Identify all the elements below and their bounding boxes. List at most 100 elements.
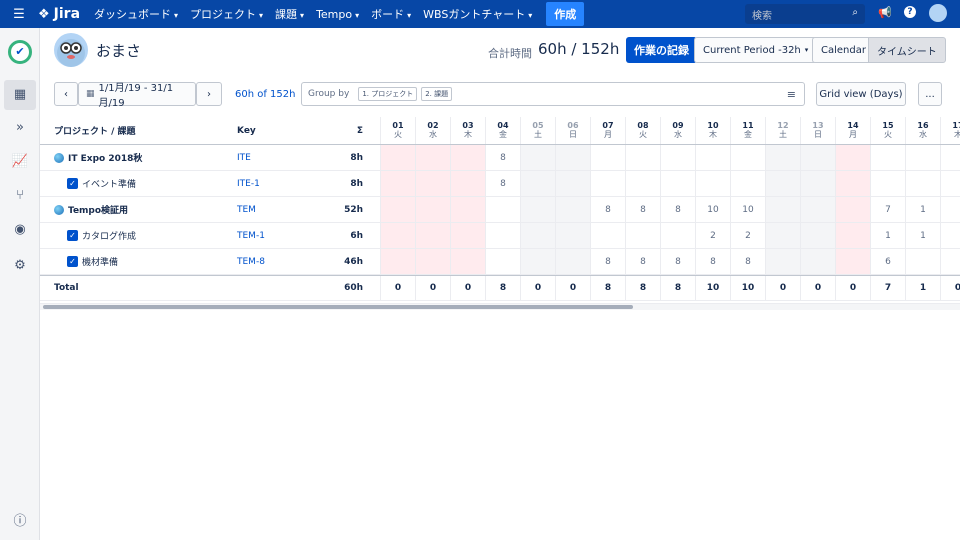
nav-boards[interactable]: ボード ▾ — [371, 6, 411, 22]
day-cell[interactable]: 8 — [660, 249, 695, 274]
day-cell[interactable] — [450, 223, 485, 248]
day-cell[interactable] — [555, 197, 590, 222]
day-cell[interactable] — [800, 145, 835, 170]
day-cell[interactable] — [765, 197, 800, 222]
horizontal-scrollbar[interactable] — [40, 303, 960, 310]
day-cell[interactable] — [625, 171, 660, 196]
forward-icon[interactable]: » — [9, 120, 31, 142]
day-cell[interactable] — [695, 171, 730, 196]
day-cell[interactable]: 6 — [870, 249, 905, 274]
prev-period-button[interactable]: ‹ — [54, 82, 78, 106]
day-cell[interactable] — [555, 145, 590, 170]
timesheet-view-button[interactable]: タイムシート — [868, 37, 946, 63]
calendar-view-button[interactable]: Calendar — [812, 37, 875, 63]
day-cell[interactable] — [730, 145, 765, 170]
day-cell[interactable] — [485, 197, 520, 222]
day-cell[interactable]: 8 — [485, 145, 520, 170]
day-cell[interactable] — [940, 197, 960, 222]
day-cell[interactable] — [695, 145, 730, 170]
day-cell[interactable] — [800, 223, 835, 248]
day-cell[interactable] — [940, 171, 960, 196]
day-cell[interactable] — [835, 223, 870, 248]
day-cell[interactable] — [520, 197, 555, 222]
issue-key-link[interactable]: TEM — [237, 197, 337, 222]
day-cell[interactable] — [380, 145, 415, 170]
day-cell[interactable] — [625, 145, 660, 170]
day-cell[interactable] — [485, 223, 520, 248]
day-cell[interactable]: 2 — [730, 223, 765, 248]
day-cell[interactable] — [450, 197, 485, 222]
nav-wbs-gantt[interactable]: WBSガントチャート ▾ — [423, 6, 532, 22]
day-cell[interactable]: 1 — [905, 197, 940, 222]
menu-icon[interactable]: ☰ — [0, 7, 38, 22]
more-options-button[interactable]: ... — [918, 82, 942, 106]
issue-key-link[interactable]: TEM-1 — [237, 223, 337, 248]
gear-icon[interactable]: ⚙ — [9, 258, 31, 280]
day-cell[interactable] — [835, 145, 870, 170]
chart-icon[interactable]: 📈 — [9, 154, 31, 176]
help-icon[interactable]: ⓘ — [9, 510, 31, 532]
day-cell[interactable] — [380, 249, 415, 274]
day-cell[interactable] — [415, 223, 450, 248]
day-cell[interactable] — [870, 171, 905, 196]
jira-logo[interactable]: ❖ Jira — [38, 6, 80, 22]
day-cell[interactable]: 7 — [870, 197, 905, 222]
day-cell[interactable] — [730, 171, 765, 196]
day-cell[interactable]: 8 — [730, 249, 765, 274]
day-cell[interactable] — [905, 145, 940, 170]
day-cell[interactable] — [415, 145, 450, 170]
issue-key-link[interactable]: TEM-8 — [237, 249, 337, 274]
day-cell[interactable] — [765, 223, 800, 248]
day-cell[interactable] — [940, 223, 960, 248]
day-cell[interactable] — [660, 171, 695, 196]
day-cell[interactable] — [590, 171, 625, 196]
day-cell[interactable] — [835, 171, 870, 196]
day-cell[interactable] — [660, 145, 695, 170]
next-period-button[interactable]: › — [196, 82, 222, 106]
nav-issues[interactable]: 課題 ▾ — [275, 6, 304, 22]
account-icon[interactable]: ◉ — [9, 222, 31, 244]
day-cell[interactable]: 2 — [695, 223, 730, 248]
day-cell[interactable] — [765, 171, 800, 196]
day-cell[interactable] — [835, 249, 870, 274]
day-cell[interactable] — [870, 145, 905, 170]
issue-key-link[interactable]: ITE-1 — [237, 171, 337, 196]
search-input[interactable]: 検索 ⌕ — [745, 4, 865, 24]
day-cell[interactable] — [555, 249, 590, 274]
day-cell[interactable] — [380, 197, 415, 222]
day-cell[interactable] — [940, 145, 960, 170]
scrollbar-thumb[interactable] — [43, 305, 633, 309]
day-cell[interactable]: 8 — [590, 249, 625, 274]
nav-dashboard[interactable]: ダッシュボード ▾ — [94, 6, 178, 22]
group-by-select[interactable]: Group by 1. プロジェクト 2. 課題 ≡ — [301, 82, 805, 106]
day-cell[interactable]: 8 — [590, 197, 625, 222]
period-dropdown[interactable]: Current Period -32h ▾ — [694, 37, 818, 63]
day-cell[interactable] — [590, 223, 625, 248]
day-cell[interactable] — [555, 223, 590, 248]
day-cell[interactable] — [415, 171, 450, 196]
day-cell[interactable]: 1 — [905, 223, 940, 248]
day-cell[interactable]: 8 — [485, 171, 520, 196]
day-cell[interactable] — [555, 171, 590, 196]
day-cell[interactable] — [590, 145, 625, 170]
day-cell[interactable] — [450, 171, 485, 196]
day-cell[interactable] — [380, 223, 415, 248]
tempo-logo-icon[interactable]: ✔ — [8, 40, 32, 64]
day-cell[interactable]: 8 — [695, 249, 730, 274]
day-cell[interactable] — [380, 171, 415, 196]
user-avatar-icon[interactable] — [929, 4, 947, 22]
day-cell[interactable]: 10 — [730, 197, 765, 222]
day-cell[interactable] — [450, 249, 485, 274]
day-cell[interactable] — [800, 197, 835, 222]
day-cell[interactable] — [450, 145, 485, 170]
help-icon[interactable]: ? — [904, 6, 916, 18]
day-cell[interactable] — [520, 249, 555, 274]
day-cell[interactable] — [835, 197, 870, 222]
nav-projects[interactable]: プロジェクト ▾ — [190, 6, 263, 22]
day-cell[interactable] — [765, 249, 800, 274]
day-cell[interactable] — [415, 197, 450, 222]
megaphone-icon[interactable]: 📢 — [878, 6, 892, 19]
day-cell[interactable]: 8 — [660, 197, 695, 222]
nav-tempo[interactable]: Tempo ▾ — [316, 8, 359, 21]
day-cell[interactable] — [800, 171, 835, 196]
